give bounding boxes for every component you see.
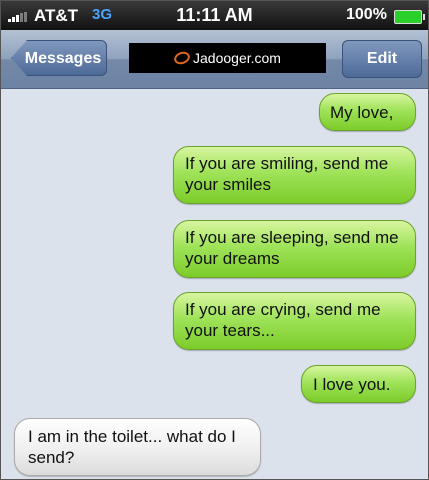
battery-icon	[394, 10, 425, 24]
sent-message-bubble[interactable]: I love you.	[301, 365, 416, 403]
status-bar: AT&T 3G 11:11 AM 100%	[1, 1, 428, 30]
phone-screen: AT&T 3G 11:11 AM 100% Messages Jadooger.…	[0, 0, 429, 480]
contact-title: Jadooger.com	[129, 43, 326, 73]
battery-percentage: 100%	[346, 6, 387, 23]
edit-button[interactable]: Edit	[342, 40, 422, 78]
sent-message-bubble[interactable]: If you are crying, send me your tears...	[173, 292, 416, 350]
navigation-bar: Messages Jadooger.com Edit	[1, 30, 428, 89]
sent-message-bubble[interactable]: My love,	[319, 93, 416, 131]
received-message-bubble[interactable]: I am in the toilet... what do I send?	[14, 418, 261, 476]
sent-message-bubble[interactable]: If you are sleeping, send me your dreams	[173, 220, 416, 278]
sent-message-bubble[interactable]: If you are smiling, send me your smiles	[173, 146, 416, 204]
messages-back-button[interactable]: Messages	[11, 40, 107, 76]
logo-icon	[172, 49, 192, 67]
contact-title-text: Jadooger.com	[193, 50, 281, 66]
